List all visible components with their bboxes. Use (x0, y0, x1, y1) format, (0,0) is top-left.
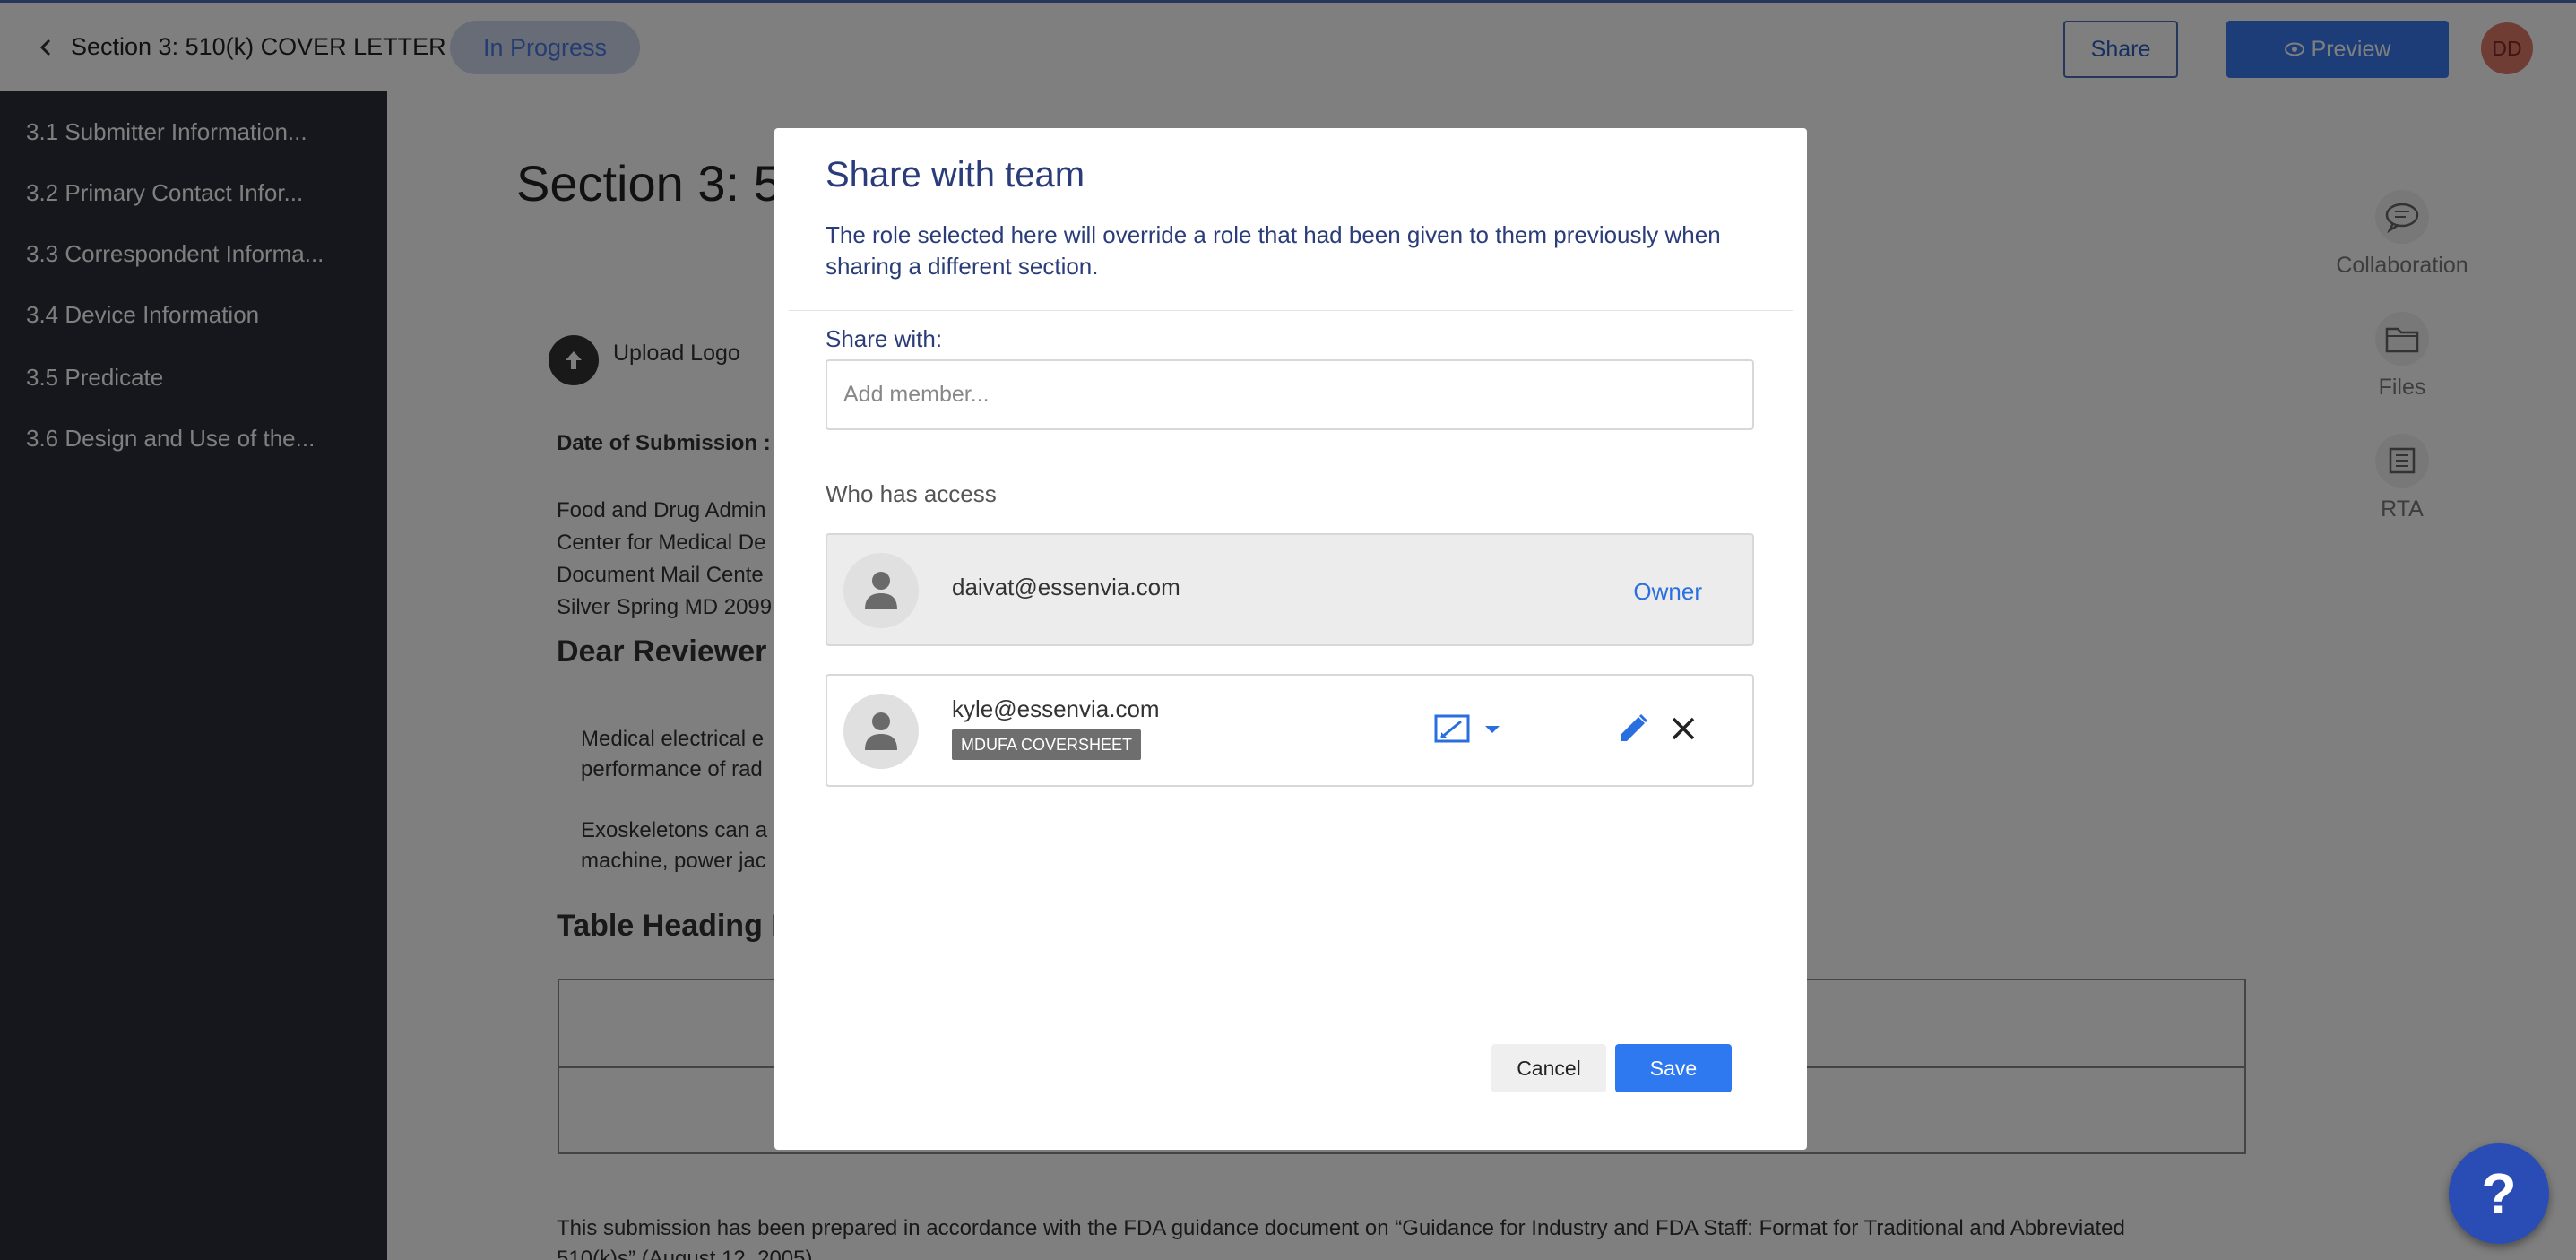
remove-member-icon[interactable] (1663, 708, 1704, 749)
share-modal: Share with team The role selected here w… (774, 128, 1807, 1150)
who-has-access-label: Who has access (826, 480, 997, 507)
share-with-label: Share with: (826, 325, 943, 352)
member-row: kyle@essenvia.com MDUFA COVERSHEET (826, 674, 1754, 787)
section-badge: MDUFA COVERSHEET (952, 729, 1142, 760)
role-dropdown-caret-icon[interactable] (1480, 717, 1505, 742)
modal-description: The role selected here will override a r… (826, 221, 1721, 280)
save-button[interactable]: Save (1615, 1044, 1732, 1092)
member-email: daivat@essenvia.com (952, 574, 1180, 600)
member-role-owner: Owner (1633, 578, 1702, 605)
modal-divider (789, 310, 1793, 311)
person-icon (843, 553, 919, 628)
edit-icon[interactable] (1612, 708, 1654, 749)
member-email: kyle@essenvia.com (952, 695, 1160, 722)
modal-title: Share with team (826, 155, 1085, 194)
reviewer-role-icon[interactable] (1431, 710, 1473, 751)
help-button[interactable]: ? (2449, 1143, 2549, 1244)
cancel-button[interactable]: Cancel (1491, 1044, 1606, 1092)
person-icon (843, 694, 919, 769)
add-member-input[interactable] (826, 359, 1754, 430)
member-row-owner: daivat@essenvia.com Owner (826, 533, 1754, 646)
